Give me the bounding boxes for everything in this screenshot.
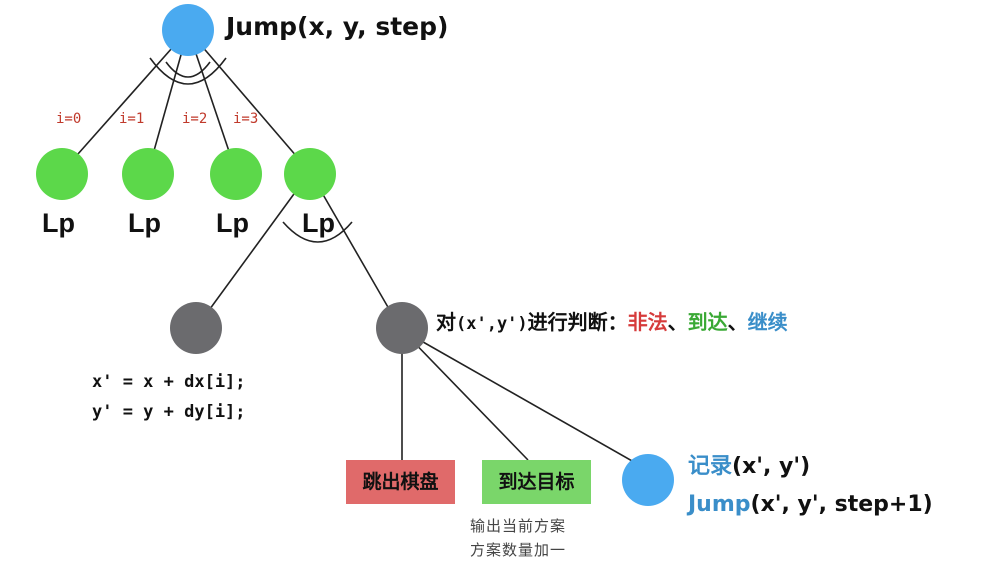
judge-illegal: 非法 [627, 310, 668, 334]
note-line-1: 输出当前方案 [470, 517, 567, 535]
reach-target-box: 到达目标 [482, 460, 591, 504]
gray-node-left [170, 302, 222, 354]
record-line: 记录(x', y') [688, 448, 933, 486]
child-node-3 [284, 148, 336, 200]
child-label-2: Lp [216, 208, 249, 238]
record-coords: (x', y') [732, 454, 811, 479]
child-label-1: Lp [128, 208, 161, 238]
judge-sep2: 、 [727, 310, 748, 334]
record-caption: 记录(x', y') Jump(x', y', step+1) [688, 448, 933, 524]
edge-to-continue [401, 329, 649, 471]
recurse-line: Jump(x', y', step+1) [688, 486, 933, 524]
edge-i0 [61, 29, 189, 173]
judge-reach: 到达 [687, 310, 728, 334]
judge-middle: 进行判断： [527, 310, 628, 334]
edge-label-i1: i=1 [119, 111, 145, 127]
judge-coords: (x',y') [456, 314, 528, 334]
judge-prefix: 对 [436, 310, 456, 334]
root-title: Jump(x, y, step) [226, 12, 449, 41]
child-node-0 [36, 148, 88, 200]
reach-target-note: 输出当前方案 方案数量加一 [470, 514, 566, 562]
recurse-args: (x', y', step+1) [750, 492, 933, 517]
edge-label-i3: i=3 [233, 111, 259, 127]
code-line-2: y' = y + dy[i]; [92, 402, 246, 422]
child-label-3: Lp [302, 208, 335, 238]
edge-to-left-gray [195, 171, 311, 329]
code-line-1: x' = x + dx[i]; [92, 372, 246, 392]
child-node-1 [122, 148, 174, 200]
code-block: x' = x + dx[i]; y' = y + dy[i]; [92, 367, 246, 427]
edge-to-reach-target [401, 329, 529, 461]
judge-continue: 继续 [747, 310, 788, 334]
out-of-board-box: 跳出棋盘 [346, 460, 455, 504]
note-line-2: 方案数量加一 [470, 541, 567, 559]
edge-label-i0: i=0 [56, 111, 82, 127]
child-label-0: Lp [42, 208, 75, 238]
judge-sep1: 、 [667, 310, 688, 334]
recurse-node [622, 454, 674, 506]
outcome-edges [401, 329, 649, 471]
edge-i3 [187, 29, 311, 173]
gray-node-right [376, 302, 428, 354]
edge-label-i2: i=2 [182, 111, 208, 127]
record-prefix: 记录 [688, 454, 733, 479]
root-node [162, 4, 214, 56]
judge-caption: 对(x',y')进行判断：非法、到达、继续 [436, 306, 788, 335]
recurse-name: Jump [688, 492, 751, 517]
child-node-2 [210, 148, 262, 200]
